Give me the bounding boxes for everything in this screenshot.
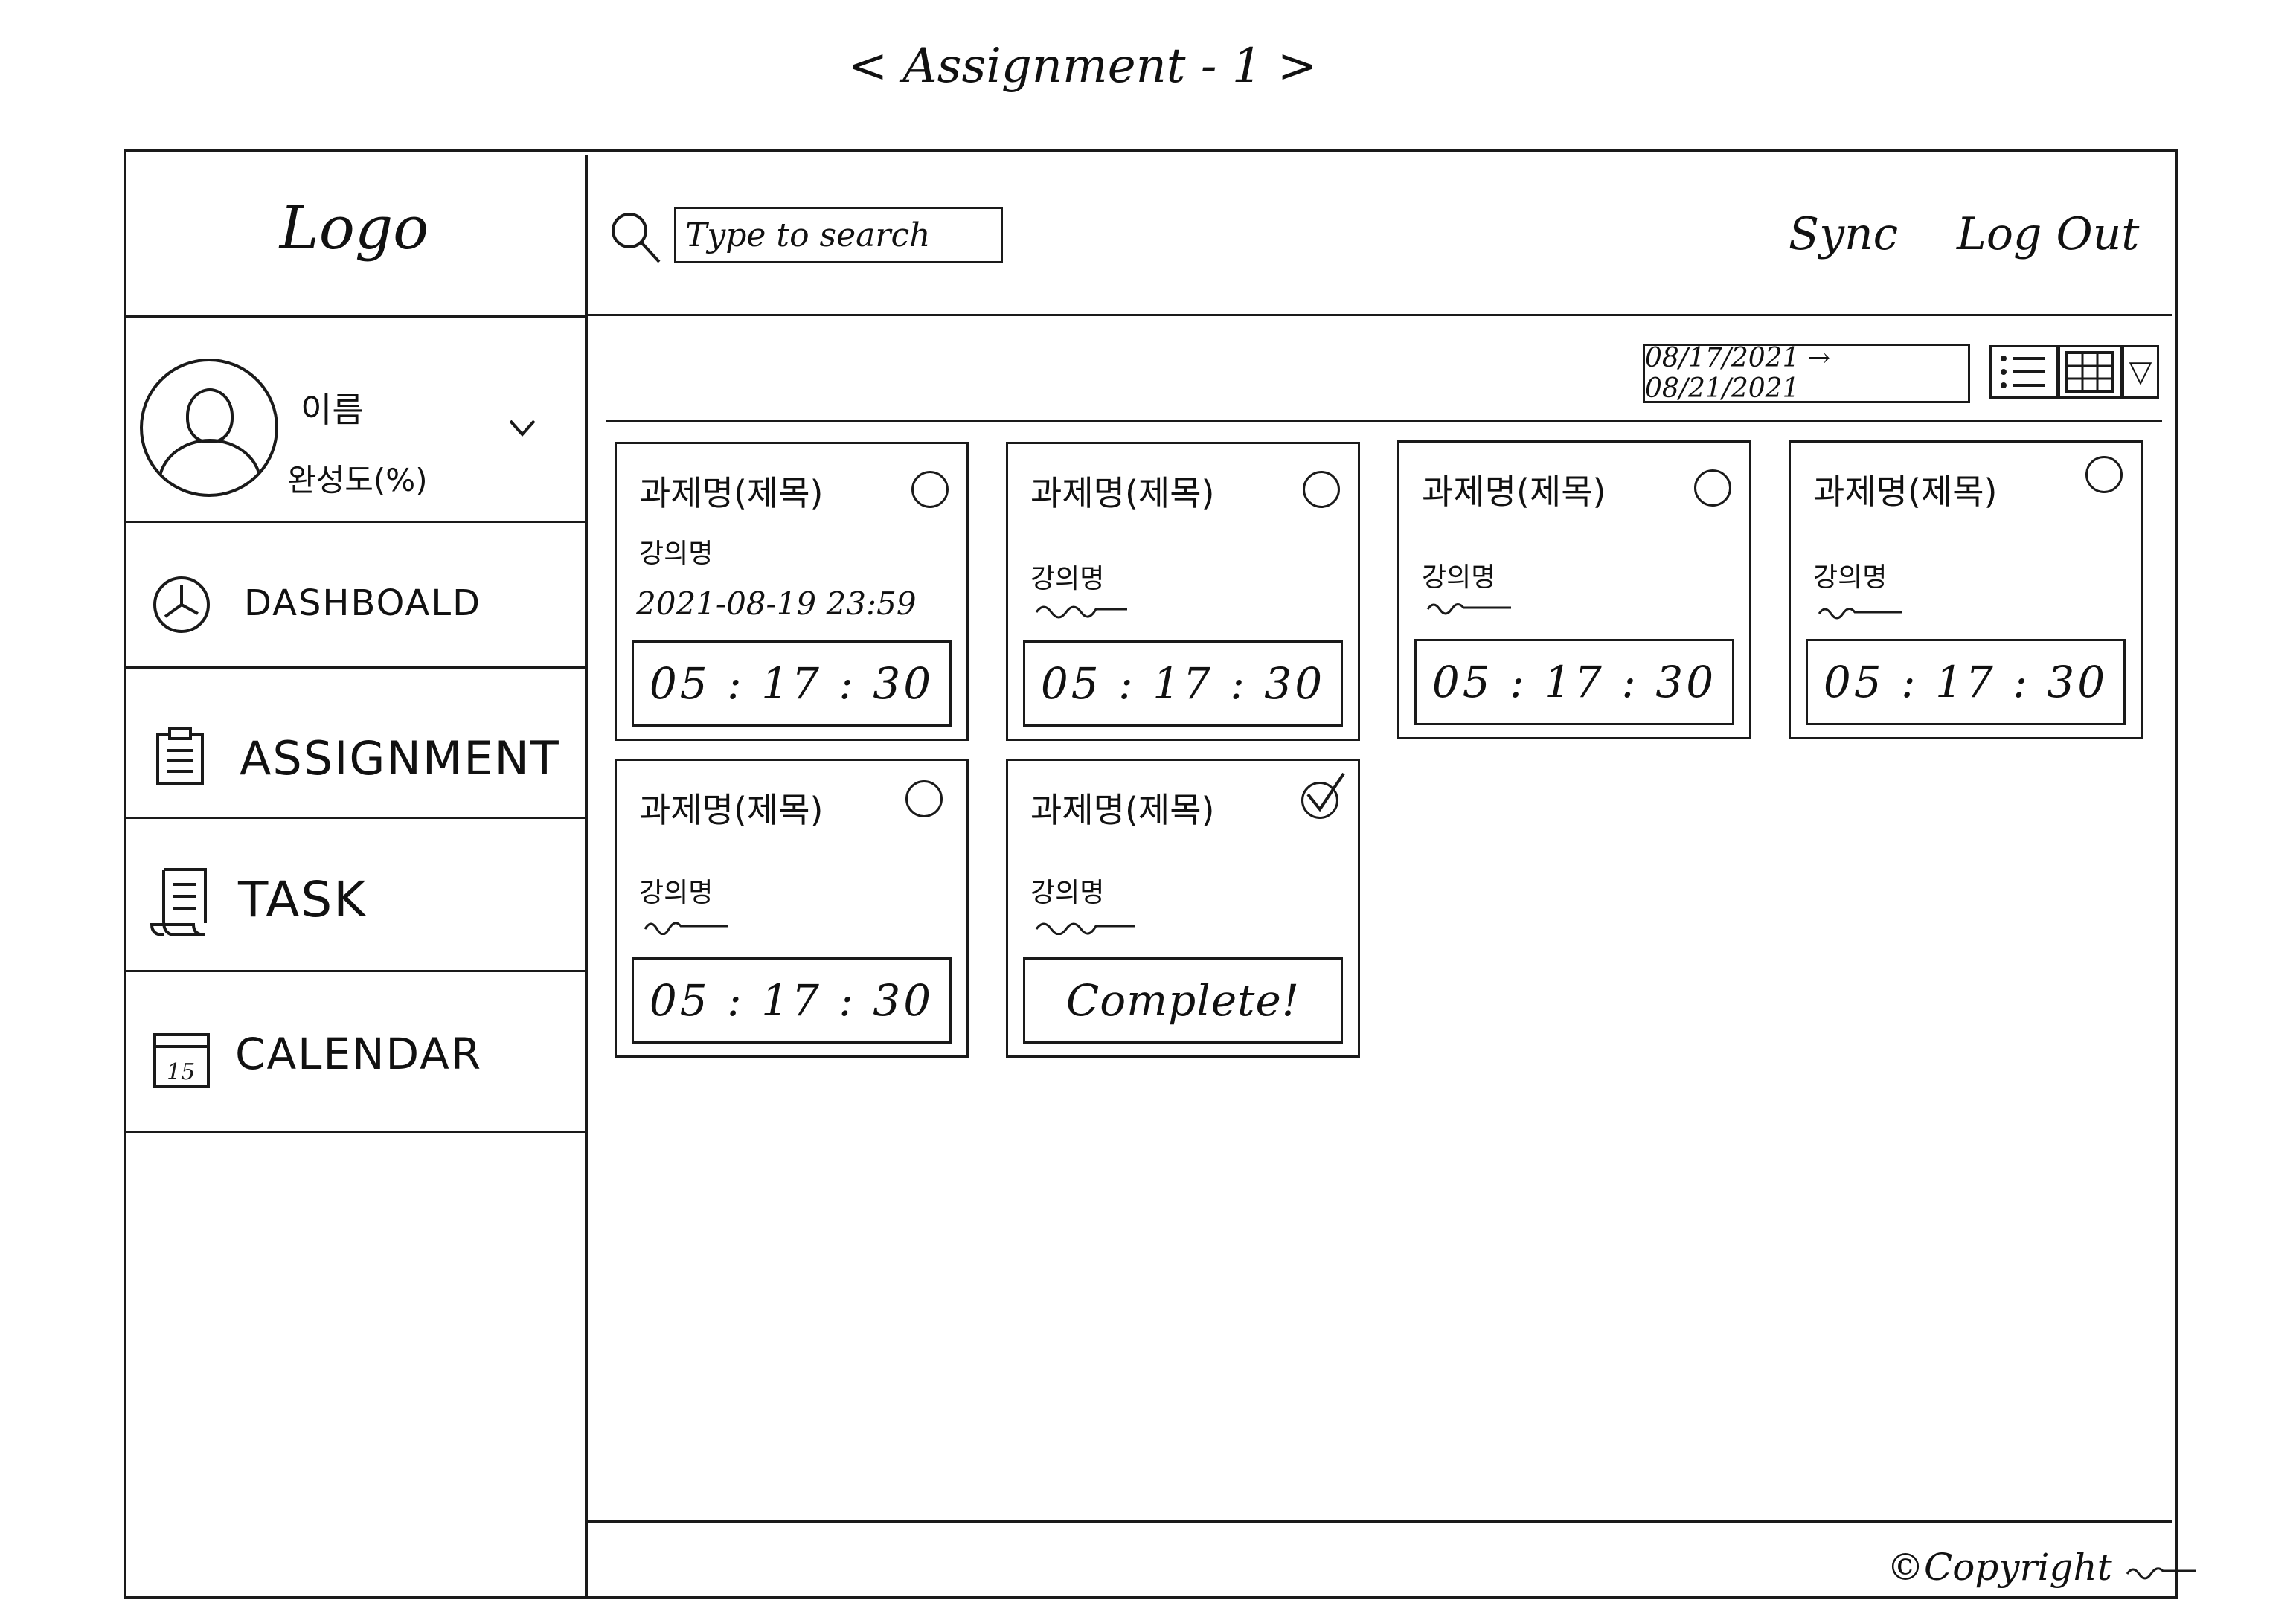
assignment-card[interactable]: 과제명(제목) 강의명 Complete! — [1006, 759, 1360, 1058]
card-title: 과제명(제목) — [639, 790, 824, 830]
card-course: 강의명 — [639, 878, 714, 908]
squiggle-icon — [1035, 605, 1127, 619]
sidebar-item-dashboard[interactable]: DASHBOALD — [124, 523, 585, 666]
card-course: 강의명 — [639, 539, 714, 569]
page-title: < Assignment - 1 > — [847, 39, 1318, 94]
sidebar-separator — [126, 315, 585, 318]
assignment-card[interactable]: 과제명(제목) 강의명 05 : 17 : 30 — [615, 759, 969, 1058]
card-due-date: 2021-08-19 23:59 — [636, 585, 917, 622]
checkbox-circle-icon[interactable] — [1694, 469, 1731, 507]
card-course: 강의명 — [1422, 562, 1496, 593]
logo[interactable]: Logo — [124, 193, 585, 263]
sidebar-item-label: DASHBOALD — [244, 582, 482, 624]
squiggle-icon — [1818, 608, 1902, 620]
squiggle-icon — [1035, 922, 1135, 935]
sidebar-item-calendar[interactable]: 15 CALENDAR — [124, 972, 585, 1131]
assignment-card[interactable]: 과제명(제목) 강의명 05 : 17 : 30 — [1789, 440, 2143, 739]
svg-text:15: 15 — [167, 1059, 195, 1085]
sidebar-item-label: CALENDAR — [235, 1029, 483, 1079]
assignment-card[interactable]: 과제명(제목) 강의명 05 : 17 : 30 — [1397, 440, 1751, 739]
chevron-down-icon[interactable] — [507, 411, 537, 445]
card-title: 과제명(제목) — [639, 473, 824, 513]
card-timer: 05 : 17 : 30 — [1414, 639, 1734, 725]
clipboard-icon — [153, 727, 207, 786]
sidebar-item-task[interactable]: TASK — [124, 819, 585, 970]
checkbox-circle-icon[interactable] — [2085, 456, 2123, 493]
avatar-icon[interactable] — [140, 359, 278, 497]
sidebar-item-label: TASK — [238, 871, 368, 928]
search-icon[interactable] — [610, 211, 662, 268]
card-title: 과제명(제목) — [1813, 472, 1998, 512]
copyright-text: ©Copyright — [1887, 1546, 2112, 1589]
checkbox-checked-icon[interactable] — [1301, 772, 1345, 819]
card-title: 과제명(제목) — [1030, 473, 1215, 513]
assignment-card[interactable]: 과제명(제목) 강의명 05 : 17 : 30 — [1006, 442, 1360, 741]
sidebar-item-assignment[interactable]: ASSIGNMENT — [124, 669, 585, 817]
logout-button[interactable]: Log Out — [1957, 208, 2139, 260]
date-range-filter[interactable]: 08/17/2021 → 08/21/2021 — [1643, 343, 1970, 404]
card-timer: 05 : 17 : 30 — [1023, 640, 1343, 727]
squiggle-icon — [644, 922, 728, 935]
sync-button[interactable]: Sync — [1789, 208, 1898, 260]
checkbox-circle-icon[interactable] — [1303, 471, 1340, 508]
sidebar-divider — [585, 155, 588, 1598]
card-timer: 05 : 17 : 30 — [632, 640, 952, 727]
toolbar-divider — [606, 420, 2162, 422]
footer-divider — [588, 1520, 2172, 1523]
list-view-icon[interactable] — [1989, 345, 2058, 399]
card-course: 강의명 — [1030, 564, 1105, 594]
checkbox-circle-icon[interactable] — [911, 471, 949, 508]
grid-view-icon[interactable] — [2058, 345, 2122, 399]
filter-dropdown-button[interactable]: ▽ — [2122, 345, 2159, 399]
squiggle-icon — [1426, 603, 1511, 615]
pie-chart-icon — [152, 575, 211, 634]
sidebar-separator — [126, 1131, 585, 1133]
card-title: 과제명(제목) — [1422, 472, 1606, 512]
scroll-icon — [149, 865, 211, 939]
assignment-card[interactable]: 과제명(제목) 강의명 2021-08-19 23:59 05 : 17 : 3… — [615, 442, 969, 741]
squiggle-icon — [2126, 1567, 2196, 1580]
sidebar-item-label: ASSIGNMENT — [240, 731, 560, 785]
calendar-icon: 15 — [152, 1032, 211, 1090]
checkbox-circle-icon[interactable] — [905, 780, 943, 817]
profile-progress: 완성도(%) — [287, 462, 428, 498]
header-divider — [588, 314, 2172, 316]
card-title: 과제명(제목) — [1030, 790, 1215, 830]
card-timer: 05 : 17 : 30 — [1806, 639, 2126, 725]
card-course: 강의명 — [1030, 878, 1105, 908]
card-timer: 05 : 17 : 30 — [632, 957, 952, 1044]
profile-name: 이름 — [301, 390, 364, 430]
card-course: 강의명 — [1813, 562, 1888, 593]
search-input[interactable] — [674, 207, 1003, 263]
copyright: ©Copyright — [1887, 1546, 2199, 1589]
triangle-down-icon: ▽ — [2129, 355, 2152, 389]
card-complete-label: Complete! — [1023, 957, 1343, 1044]
